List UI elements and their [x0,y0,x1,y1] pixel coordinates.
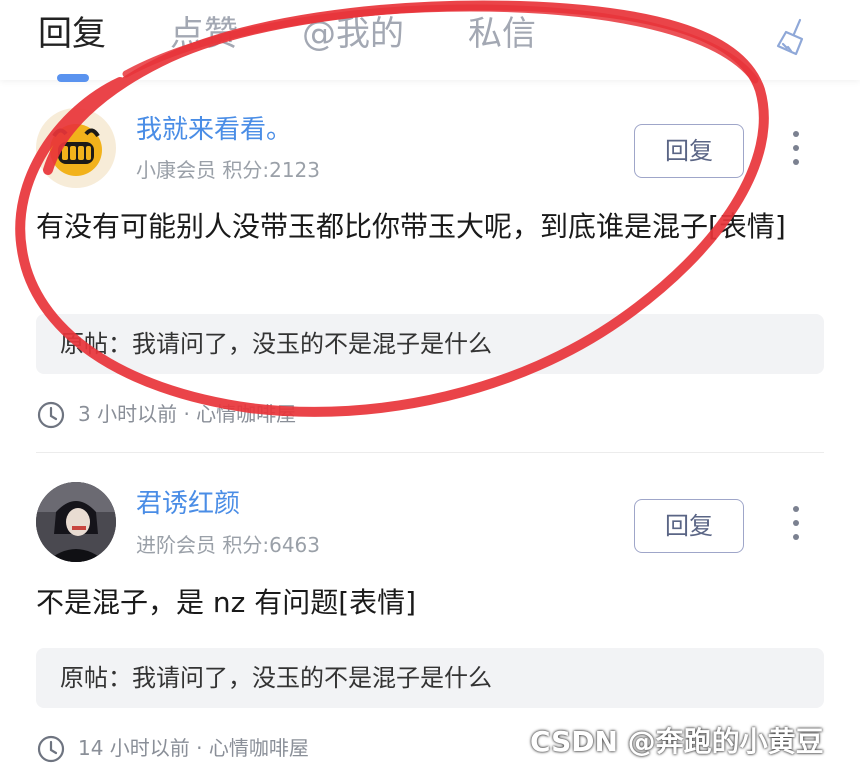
avatar[interactable] [36,482,116,562]
anime-portrait-avatar-icon [36,482,116,562]
divider [36,452,824,453]
username[interactable]: 君诱红颜 [136,486,240,522]
user-points: 积分:2123 [222,158,320,182]
reply-button[interactable]: 回复 [634,499,744,553]
member-level: 小康会员 [136,158,216,182]
more-options-icon[interactable] [786,128,806,168]
tab-mentions[interactable]: @我的 [302,10,404,58]
member-level: 进阶会员 [136,533,216,557]
username[interactable]: 我就来看看。 [136,112,292,148]
clock-icon [37,401,65,429]
user-meta: 小康会员 积分:2123 [136,156,320,184]
time-and-board: 3 小时以前 · 心情咖啡屋 [78,402,297,426]
clock-icon [37,735,65,763]
time-and-board: 14 小时以前 · 心情咖啡屋 [78,736,309,760]
active-tab-indicator [57,74,89,82]
comment-content: 有没有可能别人没带玉都比你带玉大呢，到底谁是混子[表情] [36,210,786,243]
more-options-icon[interactable] [786,503,806,543]
user-meta: 进阶会员 积分:6463 [136,531,320,559]
broom-icon[interactable] [770,14,816,60]
grin-face-avatar-icon [50,124,102,176]
tab-messages[interactable]: 私信 [468,10,536,58]
reply-button[interactable]: 回复 [634,124,744,178]
avatar[interactable] [36,108,116,188]
tab-replies[interactable]: 回复 [38,10,106,58]
quoted-post[interactable]: 原帖：我请问了，没玉的不是混子是什么 [36,648,824,708]
tab-likes[interactable]: 点赞 [170,10,238,58]
watermark: CSDN @奔跑的小黄豆 [530,725,824,758]
user-points: 积分:6463 [222,533,320,557]
quoted-post[interactable]: 原帖：我请问了，没玉的不是混子是什么 [36,314,824,374]
tab-bar: 回复 点赞 @我的 私信 [0,0,860,82]
comment-content: 不是混子，是 nz 有问题[表情] [36,586,417,619]
